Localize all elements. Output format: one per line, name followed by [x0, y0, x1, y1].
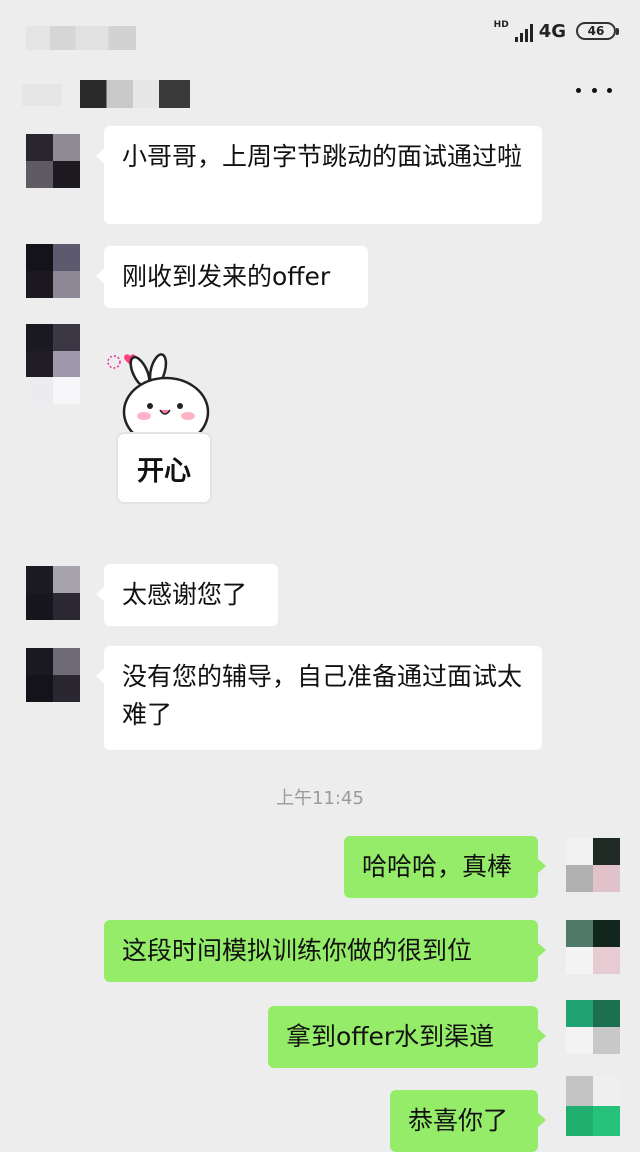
message-bubble-incoming[interactable]: 刚收到发来的offer	[96, 246, 368, 308]
avatar[interactable]	[26, 324, 80, 404]
avatar[interactable]	[566, 838, 620, 892]
chat-header	[0, 60, 640, 126]
status-bar: HD 4G 46	[0, 0, 640, 60]
signal-icon	[514, 24, 533, 42]
avatar[interactable]	[26, 244, 80, 298]
message-bubble-outgoing[interactable]: 这段时间模拟训练你做的很到位	[104, 920, 546, 982]
message-text: 小哥哥，上周字节跳动的面试通过啦	[122, 142, 523, 171]
avatar[interactable]	[26, 566, 80, 620]
signal-group: HD 4G	[494, 20, 566, 42]
message-bubble-outgoing[interactable]: 恭喜你了	[390, 1090, 546, 1152]
avatar[interactable]	[566, 920, 620, 974]
more-dots-icon[interactable]	[576, 80, 612, 100]
message-text: 恭喜你了	[408, 1106, 509, 1135]
message-text: 没有您的辅导，自己准备通过面试太难了	[122, 662, 523, 729]
battery-icon: 46	[576, 22, 619, 40]
message-text: 太感谢您了	[122, 580, 248, 609]
message-bubble-incoming[interactable]: 太感谢您了	[96, 564, 278, 626]
message-timestamp: 上午11:45	[276, 788, 364, 809]
message-text: 哈哈哈，真棒	[362, 852, 513, 881]
avatar[interactable]	[26, 134, 80, 188]
avatar[interactable]	[566, 1076, 620, 1136]
message-bubble-incoming[interactable]: 没有您的辅导，自己准备通过面试太难了	[96, 646, 542, 750]
chat-messages[interactable]: 小哥哥，上周字节跳动的面试通过啦 刚收到发来的offer 开心 太感谢您了 没有…	[0, 126, 640, 1152]
message-text: 刚收到发来的offer	[122, 262, 331, 291]
avatar[interactable]	[26, 648, 80, 702]
sticker-message[interactable]: 开心	[100, 350, 220, 518]
back-area-blurred[interactable]	[22, 84, 62, 106]
message-bubble-outgoing[interactable]: 哈哈哈，真棒	[344, 836, 546, 898]
chat-title-blurred	[80, 80, 190, 108]
sticker-caption: 开心	[116, 432, 212, 504]
message-text: 拿到offer水到渠道	[286, 1022, 495, 1051]
avatar[interactable]	[566, 1000, 620, 1054]
blurred-status-info	[26, 26, 136, 50]
hd-label: HD	[493, 20, 509, 30]
network-type: 4G	[538, 21, 566, 42]
battery-level: 46	[587, 24, 605, 38]
message-text: 这段时间模拟训练你做的很到位	[122, 936, 473, 965]
message-bubble-outgoing[interactable]: 拿到offer水到渠道	[268, 1006, 546, 1068]
message-bubble-incoming[interactable]: 小哥哥，上周字节跳动的面试通过啦	[96, 126, 542, 224]
